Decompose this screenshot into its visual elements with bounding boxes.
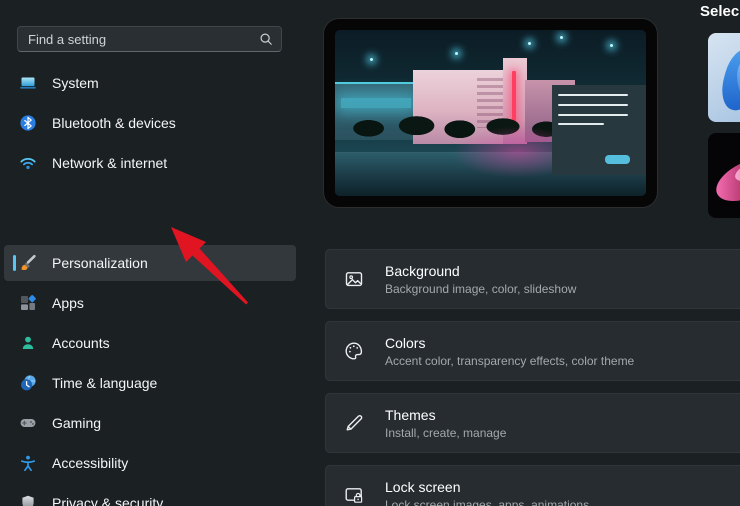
sidebar-item-apps[interactable]: Apps xyxy=(4,285,296,321)
streetlight xyxy=(370,58,373,61)
sidebar-item-accounts[interactable]: Accounts xyxy=(4,325,296,361)
sidebar-item-label: System xyxy=(52,75,99,91)
person-icon xyxy=(22,336,34,349)
background-image-icon xyxy=(345,272,363,287)
sidebar-item-label: Time & language xyxy=(52,375,158,391)
settings-window: System Bluetooth & devices Network & int… xyxy=(0,0,740,506)
card-subtitle: Lock screen images, apps, animations xyxy=(385,497,590,506)
card-title: Themes xyxy=(385,406,436,423)
sample-text-line xyxy=(558,114,628,116)
streetlight xyxy=(560,36,563,39)
search-box[interactable] xyxy=(17,26,282,52)
apps-grid-icon xyxy=(21,295,36,310)
card-subtitle: Background image, color, slideshow xyxy=(385,281,577,296)
card-themes[interactable]: Themes Install, create, manage xyxy=(325,393,740,453)
sidebar-item-label: Gaming xyxy=(52,415,102,431)
sidebar-item-system[interactable]: System xyxy=(4,65,296,101)
sidebar-item-bluetooth-devices[interactable]: Bluetooth & devices xyxy=(4,105,296,141)
streetlight xyxy=(610,44,613,47)
sample-window-overlay xyxy=(552,85,646,175)
sidebar-item-time-language[interactable]: Time & language xyxy=(4,365,296,401)
sidebar-item-personalization[interactable]: Personalization xyxy=(4,245,296,281)
search-input[interactable] xyxy=(18,31,251,47)
card-background[interactable]: Background Background image, color, slid… xyxy=(325,249,740,309)
sidebar-item-label: Accounts xyxy=(52,335,110,351)
clock-globe-icon xyxy=(21,375,36,391)
accessibility-person-icon xyxy=(20,455,36,472)
theme-section-heading: Selec xyxy=(700,3,740,20)
card-subtitle: Accent color, transparency effects, colo… xyxy=(385,353,635,368)
sidebar-item-label: Apps xyxy=(52,295,84,311)
sample-text-line xyxy=(558,94,628,96)
card-title: Background xyxy=(385,262,460,279)
sidebar-item-privacy-security[interactable]: Privacy & security xyxy=(4,485,296,506)
sidebar-item-label: Network & internet xyxy=(52,155,168,171)
color-palette-icon xyxy=(345,342,363,360)
desktop-preview-wallpaper xyxy=(335,30,646,196)
sidebar-item-network-internet[interactable]: Network & internet xyxy=(4,145,296,181)
lock-screen-icon xyxy=(345,488,363,503)
card-title: Lock screen xyxy=(385,478,461,495)
card-lock-screen[interactable]: Lock screen Lock screen images, apps, an… xyxy=(325,465,740,506)
sidebar-item-label: Personalization xyxy=(52,255,148,271)
shield-icon xyxy=(22,495,34,506)
bluetooth-icon xyxy=(20,115,36,131)
paintbrush-icon xyxy=(21,254,36,271)
search-icon[interactable] xyxy=(251,32,281,46)
laptop-icon xyxy=(20,77,36,89)
sample-text-line xyxy=(558,104,628,106)
streetlight xyxy=(455,52,458,55)
sample-text-line xyxy=(558,123,604,125)
theme-thumbnail-light[interactable] xyxy=(708,33,740,122)
card-subtitle: Install, create, manage xyxy=(385,425,507,440)
sidebar-item-label: Bluetooth & devices xyxy=(52,115,176,131)
desktop-preview-monitor xyxy=(323,18,658,208)
sidebar-item-label: Accessibility xyxy=(52,455,129,471)
sidebar-item-label: Privacy & security xyxy=(52,495,164,506)
card-colors[interactable]: Colors Accent color, transparency effect… xyxy=(325,321,740,381)
sidebar-item-gaming[interactable]: Gaming xyxy=(4,405,296,441)
selection-pill xyxy=(13,255,16,271)
streetlight xyxy=(528,42,531,45)
card-title: Colors xyxy=(385,334,426,351)
gamepad-icon xyxy=(20,419,36,427)
themes-brush-icon xyxy=(346,415,363,431)
wifi-icon xyxy=(20,157,36,170)
sidebar-item-accessibility[interactable]: Accessibility xyxy=(4,445,296,481)
theme-thumbnail-dark[interactable] xyxy=(708,133,740,218)
sample-accent-button xyxy=(605,155,630,164)
